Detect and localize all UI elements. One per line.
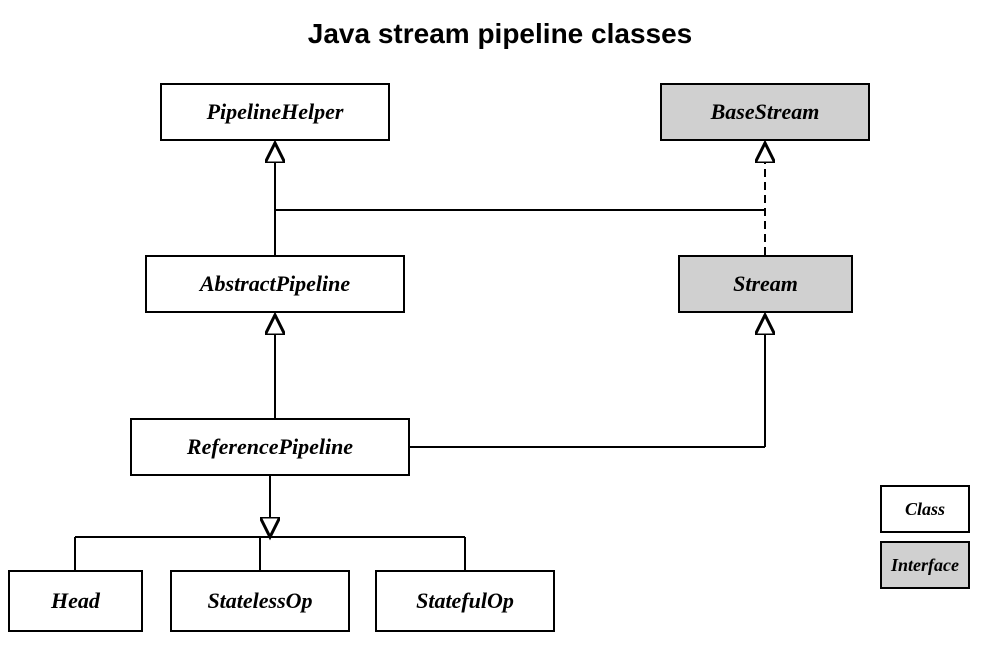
box-stream: Stream: [678, 255, 853, 313]
box-basestream: BaseStream: [660, 83, 870, 141]
diagram-container: Java stream pipeline classes PipelineHel…: [0, 0, 1000, 649]
legend-class-item: Class: [880, 485, 970, 533]
box-statelessop: StatelessOp: [170, 570, 350, 632]
box-statefulop: StatefulOp: [375, 570, 555, 632]
legend-class-box: Class: [880, 485, 970, 533]
legend-interface-item: Interface: [880, 541, 970, 589]
legend-interface-box: Interface: [880, 541, 970, 589]
box-abstractpipeline: AbstractPipeline: [145, 255, 405, 313]
box-referencepipeline: ReferencePipeline: [130, 418, 410, 476]
page-title: Java stream pipeline classes: [0, 0, 1000, 60]
legend-area: Class Interface: [880, 485, 970, 589]
box-head: Head: [8, 570, 143, 632]
box-pipelinehelper: PipelineHelper: [160, 83, 390, 141]
